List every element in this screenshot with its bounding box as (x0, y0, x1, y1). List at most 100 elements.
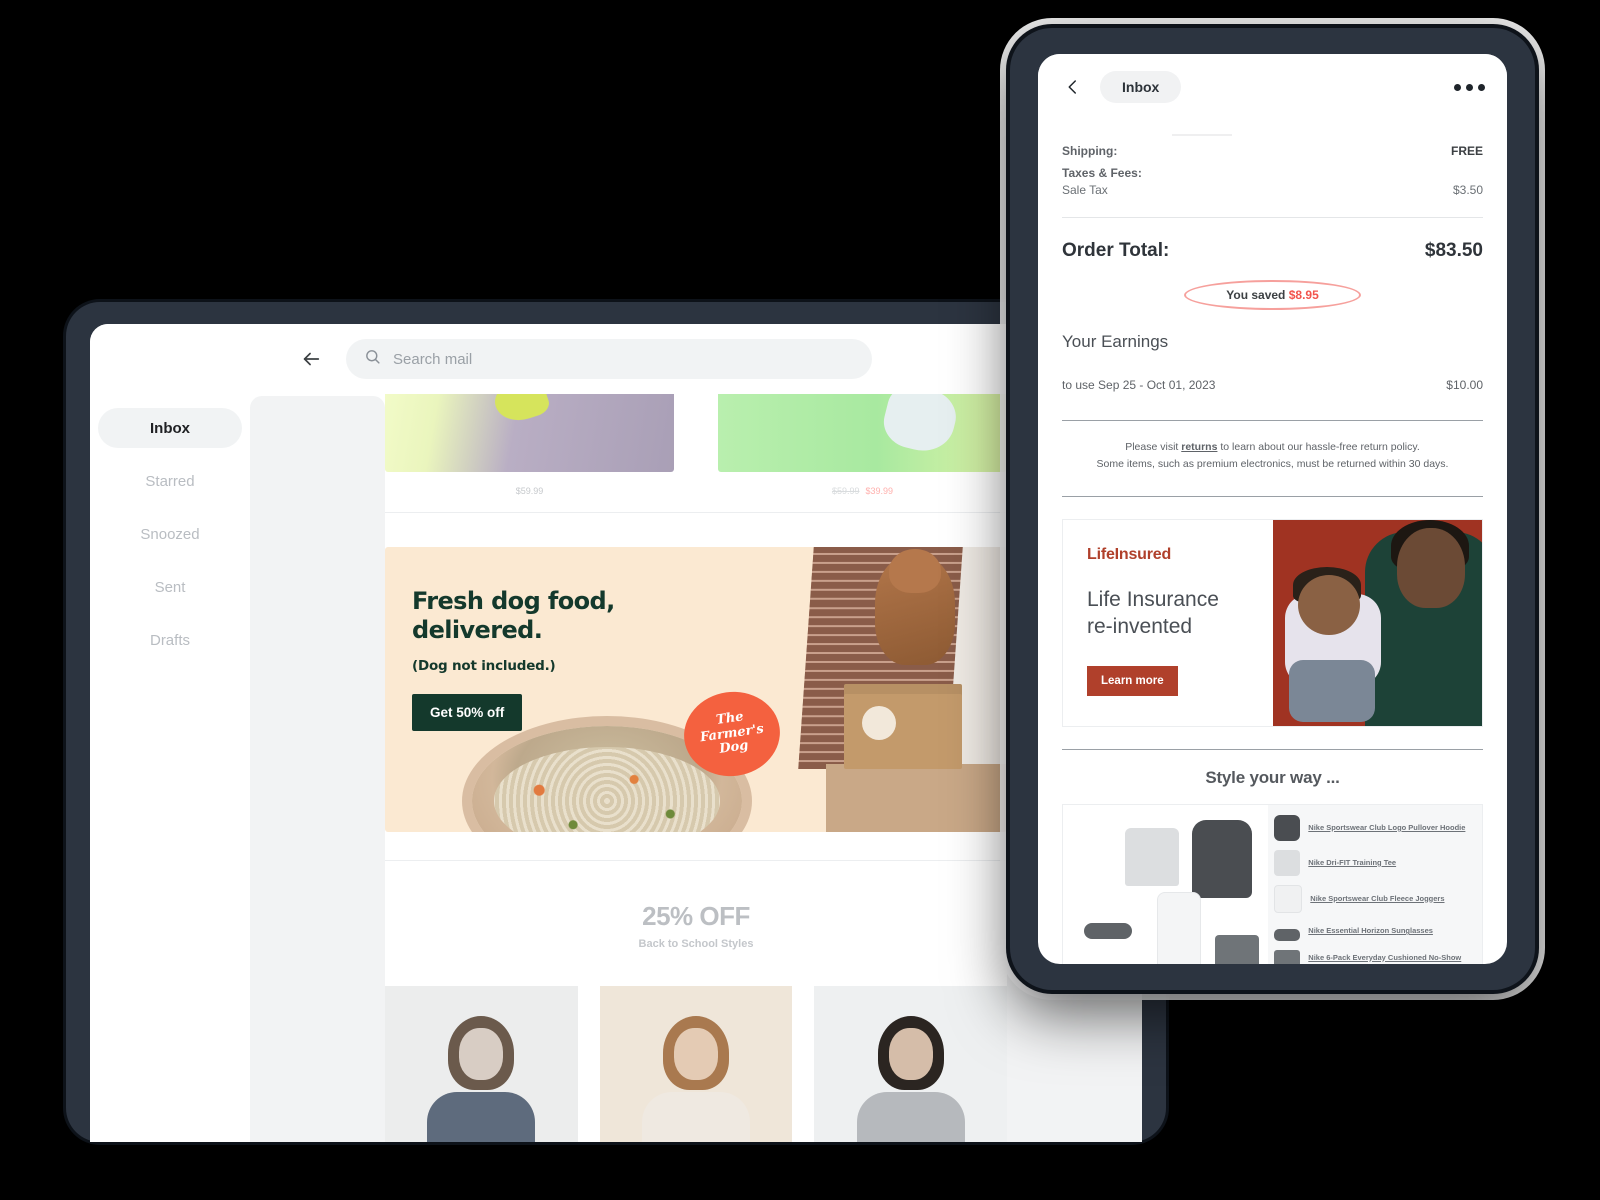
earnings-amount: $10.00 (1446, 378, 1483, 392)
product-link[interactable]: Nike 6-Pack Everyday Cushioned No-Show T… (1308, 953, 1474, 965)
you-saved-wrap: You saved $8.95 (1062, 280, 1483, 310)
sidebar-item-label: Starred (145, 472, 195, 490)
life-insured-headline: Life Insurance re-invented (1087, 586, 1273, 641)
shipping-label: Shipping: (1062, 144, 1118, 158)
product-price: $59.99 (515, 486, 544, 496)
floor-shape (825, 763, 1007, 832)
joggers-thumb-icon (1274, 884, 1303, 913)
return-policy-text: Please visit returns to learn about our … (1062, 439, 1483, 474)
product-link[interactable]: Nike Sportswear Club Fleece Joggers (1310, 894, 1444, 904)
phone-topbar: Inbox (1038, 54, 1507, 120)
order-total-value: $83.50 (1424, 240, 1483, 261)
product-link[interactable]: Nike Essential Horizon Sunglasses (1308, 926, 1433, 936)
model-image[interactable] (385, 986, 578, 1142)
you-saved-label: You saved (1226, 288, 1289, 302)
product-teaser-row: $59.99 $59.99 $39.99 (385, 394, 1007, 496)
dog-photo (875, 549, 956, 665)
product-image (385, 394, 674, 472)
phone-screen: Inbox Shipping: FREE Taxes & Fees: Sale … (1038, 54, 1507, 964)
policy-line1-prefix: Please visit (1125, 441, 1182, 453)
sidebar-item-starred[interactable]: Starred (98, 461, 242, 501)
search-mail-field[interactable]: Search mail (346, 339, 872, 379)
tee-shape (1124, 828, 1179, 887)
product-card[interactable]: $59.99 (385, 394, 674, 496)
chevron-left-icon[interactable] (1060, 74, 1086, 100)
promo-headline: 25% OFF (642, 901, 750, 931)
product-image (718, 394, 1007, 472)
phone-email-body: Shipping: FREE Taxes & Fees: Sale Tax $3… (1038, 134, 1507, 964)
phone-device-frame: Inbox Shipping: FREE Taxes & Fees: Sale … (1010, 28, 1535, 990)
clipped-text-line (1172, 134, 1232, 136)
outfit-collage-image[interactable] (1063, 804, 1269, 964)
socks-thumb-icon (1274, 949, 1301, 964)
shipping-value: FREE (1450, 144, 1483, 158)
hoodie-thumb-icon (1274, 814, 1301, 841)
divider (1062, 217, 1483, 218)
mail-sidebar: Inbox Starred Snoozed Sent Drafts (90, 394, 250, 1142)
product-link-list: Nike Sportswear Club Logo Pullover Hoodi… (1268, 804, 1482, 965)
divider (1062, 748, 1483, 750)
style-your-way-title: Style your way ... (1205, 767, 1340, 787)
inbox-chip[interactable]: Inbox (1100, 71, 1182, 103)
sidebar-item-label: Inbox (150, 419, 190, 437)
sale-tax-row: Sale Tax $3.50 (1062, 183, 1483, 197)
life-insured-ad-copy: LifeInsured Life Insurance re-invented L… (1063, 520, 1273, 726)
life-insured-headline-line2: re-invented (1087, 614, 1193, 638)
sidebar-item-sent[interactable]: Sent (98, 567, 242, 607)
search-placeholder: Search mail (393, 350, 473, 368)
sidebar-item-label: Snoozed (140, 525, 200, 543)
sidebar-item-drafts[interactable]: Drafts (98, 620, 242, 660)
sunglasses-shape (1083, 923, 1132, 940)
product-card[interactable]: $59.99 $39.99 (718, 394, 1007, 496)
list-item[interactable]: Nike 6-Pack Everyday Cushioned No-Show T… (1274, 949, 1474, 965)
tablet-device-frame: Search mail Inbox Starred Snoozed Sent D… (66, 302, 1166, 1142)
returns-link[interactable]: returns (1181, 441, 1217, 453)
back-arrow-icon[interactable] (294, 342, 328, 376)
list-item[interactable]: Nike Sportswear Club Logo Pullover Hoodi… (1274, 814, 1474, 841)
baby-head-shape (1297, 575, 1360, 636)
farmers-dog-ad[interactable]: Fresh dog food, delivered. (Dog not incl… (385, 547, 1007, 832)
screenshot-stage: Search mail Inbox Starred Snoozed Sent D… (0, 0, 1600, 1200)
get-50-off-button[interactable]: Get 50% off (412, 693, 523, 731)
sidebar-item-snoozed[interactable]: Snoozed (98, 514, 242, 554)
sidebar-item-label: Sent (154, 578, 186, 596)
policy-line1-suffix: to learn about our hassle-free return po… (1217, 441, 1420, 453)
product-price: $59.99 $39.99 (718, 472, 1007, 496)
delivery-box-photo (843, 684, 962, 770)
more-horizontal-icon[interactable] (1454, 83, 1485, 91)
socks-shape (1214, 935, 1259, 964)
list-item[interactable]: Nike Dri-FIT Training Tee (1274, 849, 1474, 876)
sidebar-item-inbox[interactable]: Inbox (98, 408, 242, 448)
model-image[interactable] (599, 986, 793, 1142)
divider (1062, 495, 1483, 497)
life-insured-ad[interactable]: LifeInsured Life Insurance re-invented L… (1062, 518, 1483, 727)
you-saved-amount: $8.95 (1288, 288, 1319, 302)
life-insured-ad-photo (1272, 519, 1482, 726)
message-list-panel[interactable] (250, 396, 385, 1142)
product-link[interactable]: Nike Sportswear Club Logo Pullover Hoodi… (1308, 823, 1465, 833)
list-item[interactable]: Nike Essential Horizon Sunglasses (1274, 922, 1474, 941)
man-head-shape (1397, 527, 1466, 608)
badge-line-3: Dog (718, 738, 749, 758)
email-content-pane: $59.99 $59.99 $39.99 Fresh dog food, del… (385, 394, 1007, 1142)
shipping-row: Shipping: FREE (1062, 144, 1483, 158)
product-old-price: $59.99 (831, 486, 860, 496)
learn-more-button[interactable]: Learn more (1087, 666, 1178, 697)
earnings-period-label: to use Sep 25 - Oct 01, 2023 (1062, 378, 1216, 392)
style-your-way-module: Nike Sportswear Club Logo Pullover Hoodi… (1062, 803, 1483, 965)
taxes-fees-row: Taxes & Fees: (1062, 166, 1483, 180)
model-image[interactable] (814, 986, 1007, 1142)
you-saved-badge: You saved $8.95 (1184, 280, 1361, 310)
tablet-topbar: Search mail (90, 324, 1142, 394)
taxes-fees-label: Taxes & Fees: (1062, 166, 1142, 180)
product-link[interactable]: Nike Dri-FIT Training Tee (1308, 858, 1396, 868)
earnings-row: to use Sep 25 - Oct 01, 2023 $10.00 (1062, 378, 1483, 392)
policy-line2: Some items, such as premium electronics,… (1096, 458, 1449, 471)
order-total-label: Order Total: (1062, 240, 1170, 261)
farmers-dog-subline: (Dog not included.) (412, 657, 556, 674)
tablet-body: Inbox Starred Snoozed Sent Drafts $59.99 (90, 394, 1142, 1142)
baby-legs-shape (1289, 659, 1376, 722)
promo-subhead: Back to School Styles (638, 938, 754, 950)
list-item[interactable]: Nike Sportswear Club Fleece Joggers (1274, 884, 1474, 913)
sunglasses-thumb-icon (1274, 928, 1301, 941)
